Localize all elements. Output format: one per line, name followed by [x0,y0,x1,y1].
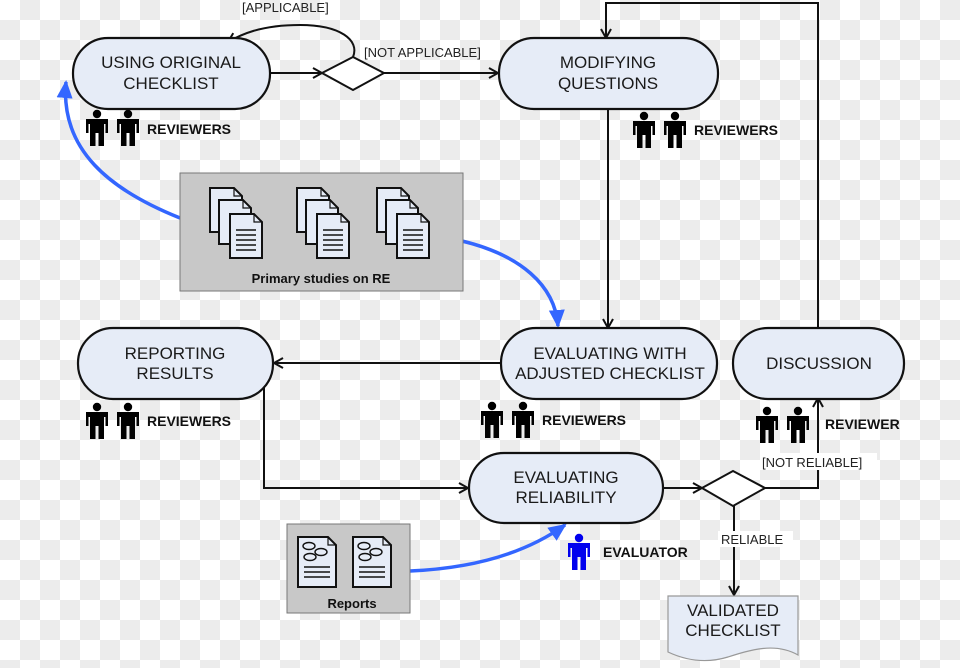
document-icon [229,213,263,259]
process-diagram: USING ORIGINAL CHECKLIST MODIFYING QUEST… [56,0,906,662]
report-icon [297,536,337,588]
node-label: CHECKLIST [123,74,218,93]
decision-applicability [319,55,387,92]
node-label: EVALUATING [513,468,618,487]
decision-reliability [699,469,768,508]
document-icon [316,213,350,259]
node-label: DISCUSSION [766,354,872,373]
node-reporting-results[interactable]: REPORTING RESULTS [76,326,275,401]
node-evaluating-adjusted-checklist[interactable]: EVALUATING WITH ADJUSTED CHECKLIST [499,326,719,401]
node-label: ADJUSTED CHECKLIST [515,364,705,383]
guard-reliable: RELIABLE [721,532,783,547]
reviewer-icon [117,109,139,146]
node-label: REPORTING [125,344,226,363]
guard-not-applicable: [NOT APPLICABLE] [364,45,481,60]
reviewer-icon [86,109,108,146]
node-label: RELIABILITY [515,488,616,507]
node-label: VALIDATED [687,601,779,620]
reviewer-icon [481,401,503,438]
node-discussion[interactable]: DISCUSSION [731,326,906,401]
node-evaluating-reliability[interactable]: EVALUATING RELIABILITY [467,451,665,525]
node-modifying-questions[interactable]: MODIFYING QUESTIONS [497,36,720,111]
artifact-label: Reports [327,596,376,611]
node-label: RESULTS [136,364,213,383]
blue-flow-studies-to-evaluating [461,239,565,328]
role-label: REVIEWERS [542,412,626,428]
node-using-original-checklist[interactable]: USING ORIGINAL CHECKLIST [71,36,272,111]
reviewer-icon [117,402,139,439]
guard-not-reliable: [NOT RELIABLE] [762,455,862,470]
role-label: REVIEWERS [694,122,778,138]
guard-applicable: [APPLICABLE] [242,0,329,15]
role-reviewers-using: REVIEWERS [86,109,231,146]
evaluator-icon [568,533,590,570]
reviewer-icon [787,406,809,443]
node-label: EVALUATING WITH [533,344,686,363]
role-reviewers-modifying: REVIEWERS [633,111,778,148]
role-reviewers-evaluating: REVIEWERS [481,401,626,438]
node-validated-checklist[interactable]: VALIDATED CHECKLIST [667,595,799,662]
report-icon [352,536,392,588]
role-evaluator: EVALUATOR [568,533,688,570]
node-label: MODIFYING [560,53,656,72]
node-label: CHECKLIST [685,621,780,640]
reviewer-icon [512,401,534,438]
node-label: USING ORIGINAL [101,53,241,72]
document-icon [396,213,430,259]
artifact-reports[interactable]: Reports [286,523,411,614]
reviewer-icon [756,406,778,443]
reviewer-icon [664,111,686,148]
artifact-label: Primary studies on RE [252,271,391,286]
artifact-primary-studies[interactable]: Primary studies on RE [179,172,464,292]
role-label: REVIEWER [825,416,900,432]
role-reviewers-reporting: REVIEWERS [86,402,231,439]
flow-reporting-to-reliability [263,386,468,488]
reviewer-icon [633,111,655,148]
role-reviewers-discussion: REVIEWER [756,406,900,443]
role-label: EVALUATOR [603,544,688,560]
role-label: REVIEWERS [147,413,231,429]
reviewer-icon [86,402,108,439]
blue-flow-reports-to-reliability [409,523,567,573]
role-label: REVIEWERS [147,121,231,137]
node-label: QUESTIONS [558,74,658,93]
